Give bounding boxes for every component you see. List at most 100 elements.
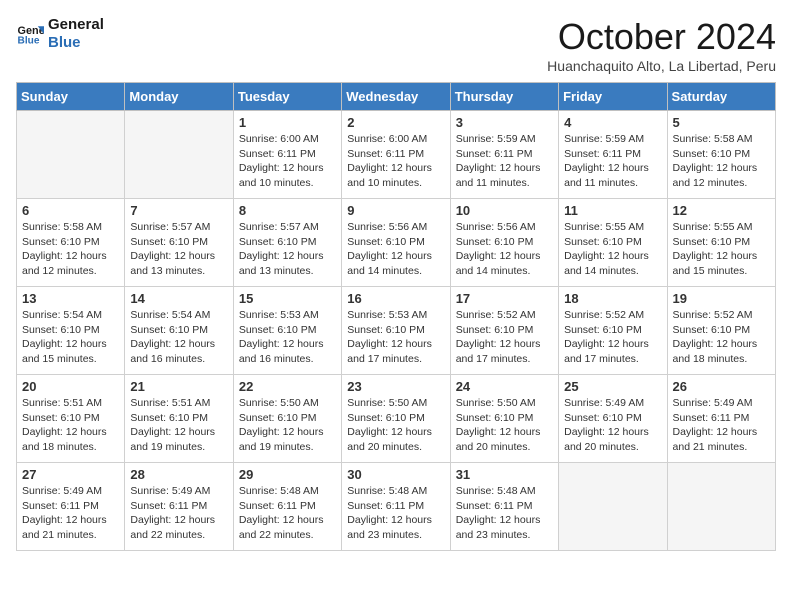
day-number: 30 (347, 467, 444, 482)
calendar-cell: 26 Sunrise: 5:49 AMSunset: 6:11 PMDayligh… (667, 375, 775, 463)
day-info: Sunrise: 5:49 AMSunset: 6:10 PMDaylight:… (564, 396, 661, 455)
day-header-friday: Friday (559, 83, 667, 111)
day-info: Sunrise: 5:57 AMSunset: 6:10 PMDaylight:… (130, 220, 227, 279)
day-number: 25 (564, 379, 661, 394)
calendar-cell: 10 Sunrise: 5:56 AMSunset: 6:10 PMDayligh… (450, 199, 558, 287)
day-info: Sunrise: 5:50 AMSunset: 6:10 PMDaylight:… (347, 396, 444, 455)
calendar-cell: 23 Sunrise: 5:50 AMSunset: 6:10 PMDayligh… (342, 375, 450, 463)
calendar-cell: 30 Sunrise: 5:48 AMSunset: 6:11 PMDayligh… (342, 463, 450, 551)
day-number: 1 (239, 115, 336, 130)
day-info: Sunrise: 5:52 AMSunset: 6:10 PMDaylight:… (673, 308, 770, 367)
day-number: 29 (239, 467, 336, 482)
day-info: Sunrise: 5:56 AMSunset: 6:10 PMDaylight:… (347, 220, 444, 279)
day-number: 11 (564, 203, 661, 218)
day-number: 20 (22, 379, 119, 394)
day-header-monday: Monday (125, 83, 233, 111)
day-info: Sunrise: 5:50 AMSunset: 6:10 PMDaylight:… (239, 396, 336, 455)
day-info: Sunrise: 5:54 AMSunset: 6:10 PMDaylight:… (22, 308, 119, 367)
day-info: Sunrise: 5:58 AMSunset: 6:10 PMDaylight:… (673, 132, 770, 191)
calendar-cell: 4 Sunrise: 5:59 AMSunset: 6:11 PMDaylight… (559, 111, 667, 199)
day-info: Sunrise: 5:51 AMSunset: 6:10 PMDaylight:… (22, 396, 119, 455)
calendar-cell: 31Sunrise: 5:48 AMSunset: 6:11 PMDayligh… (450, 463, 558, 551)
day-info: Sunrise: 5:54 AMSunset: 6:10 PMDaylight:… (130, 308, 227, 367)
day-number: 6 (22, 203, 119, 218)
calendar-cell: 19Sunrise: 5:52 AMSunset: 6:10 PMDayligh… (667, 287, 775, 375)
day-number: 2 (347, 115, 444, 130)
calendar-cell (17, 111, 125, 199)
day-info: Sunrise: 5:59 AMSunset: 6:11 PMDaylight:… (456, 132, 553, 191)
day-number: 13 (22, 291, 119, 306)
day-number: 15 (239, 291, 336, 306)
day-number: 5 (673, 115, 770, 130)
title-area: October 2024 Huanchaquito Alto, La Liber… (547, 16, 776, 74)
day-number: 21 (130, 379, 227, 394)
day-number: 22 (239, 379, 336, 394)
calendar-cell: 20 Sunrise: 5:51 AMSunset: 6:10 PMDayligh… (17, 375, 125, 463)
day-info: Sunrise: 6:00 AMSunset: 6:11 PMDaylight:… (239, 132, 336, 191)
day-info: Sunrise: 5:53 AMSunset: 6:10 PMDaylight:… (239, 308, 336, 367)
day-info: Sunrise: 5:53 AMSunset: 6:10 PMDaylight:… (347, 308, 444, 367)
day-number: 28 (130, 467, 227, 482)
day-info: Sunrise: 5:59 AMSunset: 6:11 PMDaylight:… (564, 132, 661, 191)
day-header-saturday: Saturday (667, 83, 775, 111)
day-number: 8 (239, 203, 336, 218)
day-header-tuesday: Tuesday (233, 83, 341, 111)
calendar-cell: 27Sunrise: 5:49 AMSunset: 6:11 PMDayligh… (17, 463, 125, 551)
calendar-week-2: 6 Sunrise: 5:58 AMSunset: 6:10 PMDaylight… (17, 199, 776, 287)
day-number: 3 (456, 115, 553, 130)
day-number: 12 (673, 203, 770, 218)
logo-line2: Blue (48, 34, 104, 52)
calendar-cell (125, 111, 233, 199)
calendar-week-5: 27Sunrise: 5:49 AMSunset: 6:11 PMDayligh… (17, 463, 776, 551)
calendar-subtitle: Huanchaquito Alto, La Libertad, Peru (547, 58, 776, 74)
day-info: Sunrise: 5:58 AMSunset: 6:10 PMDaylight:… (22, 220, 119, 279)
calendar-cell: 2 Sunrise: 6:00 AMSunset: 6:11 PMDaylight… (342, 111, 450, 199)
calendar-cell: 9 Sunrise: 5:56 AMSunset: 6:10 PMDaylight… (342, 199, 450, 287)
day-header-thursday: Thursday (450, 83, 558, 111)
calendar-week-1: 1 Sunrise: 6:00 AMSunset: 6:11 PMDaylight… (17, 111, 776, 199)
day-number: 10 (456, 203, 553, 218)
day-number: 17 (456, 291, 553, 306)
calendar-cell: 28 Sunrise: 5:49 AMSunset: 6:11 PMDayligh… (125, 463, 233, 551)
calendar-cell (559, 463, 667, 551)
calendar-cell: 29Sunrise: 5:48 AMSunset: 6:11 PMDayligh… (233, 463, 341, 551)
day-header-wednesday: Wednesday (342, 83, 450, 111)
day-info: Sunrise: 5:49 AMSunset: 6:11 PMDaylight:… (22, 484, 119, 543)
calendar-cell: 25 Sunrise: 5:49 AMSunset: 6:10 PMDayligh… (559, 375, 667, 463)
day-info: Sunrise: 5:57 AMSunset: 6:10 PMDaylight:… (239, 220, 336, 279)
calendar-header-row: SundayMondayTuesdayWednesdayThursdayFrid… (17, 83, 776, 111)
calendar-cell: 6 Sunrise: 5:58 AMSunset: 6:10 PMDaylight… (17, 199, 125, 287)
day-number: 18 (564, 291, 661, 306)
calendar-cell: 1 Sunrise: 6:00 AMSunset: 6:11 PMDaylight… (233, 111, 341, 199)
calendar-cell: 14Sunrise: 5:54 AMSunset: 6:10 PMDayligh… (125, 287, 233, 375)
calendar-cell: 12 Sunrise: 5:55 AMSunset: 6:10 PMDayligh… (667, 199, 775, 287)
day-number: 9 (347, 203, 444, 218)
day-number: 4 (564, 115, 661, 130)
day-info: Sunrise: 5:55 AMSunset: 6:10 PMDaylight:… (673, 220, 770, 279)
day-header-sunday: Sunday (17, 83, 125, 111)
calendar-cell: 24Sunrise: 5:50 AMSunset: 6:10 PMDayligh… (450, 375, 558, 463)
calendar-cell: 22 Sunrise: 5:50 AMSunset: 6:10 PMDayligh… (233, 375, 341, 463)
day-info: Sunrise: 6:00 AMSunset: 6:11 PMDaylight:… (347, 132, 444, 191)
calendar-cell: 17Sunrise: 5:52 AMSunset: 6:10 PMDayligh… (450, 287, 558, 375)
calendar-cell: 16Sunrise: 5:53 AMSunset: 6:10 PMDayligh… (342, 287, 450, 375)
page-header: General Blue General Blue October 2024 H… (16, 16, 776, 74)
day-info: Sunrise: 5:56 AMSunset: 6:10 PMDaylight:… (456, 220, 553, 279)
day-info: Sunrise: 5:49 AMSunset: 6:11 PMDaylight:… (673, 396, 770, 455)
calendar-title: October 2024 (547, 16, 776, 58)
day-info: Sunrise: 5:52 AMSunset: 6:10 PMDaylight:… (564, 308, 661, 367)
calendar-cell: 13 Sunrise: 5:54 AMSunset: 6:10 PMDayligh… (17, 287, 125, 375)
day-number: 26 (673, 379, 770, 394)
day-number: 24 (456, 379, 553, 394)
day-number: 23 (347, 379, 444, 394)
day-info: Sunrise: 5:51 AMSunset: 6:10 PMDaylight:… (130, 396, 227, 455)
day-number: 7 (130, 203, 227, 218)
day-info: Sunrise: 5:49 AMSunset: 6:11 PMDaylight:… (130, 484, 227, 543)
logo-icon: General Blue (16, 20, 44, 48)
calendar-cell: 11 Sunrise: 5:55 AMSunset: 6:10 PMDayligh… (559, 199, 667, 287)
day-info: Sunrise: 5:55 AMSunset: 6:10 PMDaylight:… (564, 220, 661, 279)
day-number: 31 (456, 467, 553, 482)
calendar-cell: 7 Sunrise: 5:57 AMSunset: 6:10 PMDaylight… (125, 199, 233, 287)
day-info: Sunrise: 5:48 AMSunset: 6:11 PMDaylight:… (347, 484, 444, 543)
calendar-cell: 8 Sunrise: 5:57 AMSunset: 6:10 PMDaylight… (233, 199, 341, 287)
